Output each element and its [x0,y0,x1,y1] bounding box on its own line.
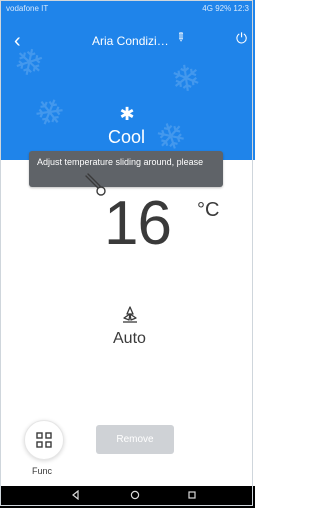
toast-message: Adjust temperature sliding around, pleas… [29,151,223,187]
nav-recent-icon[interactable] [187,490,197,500]
grid-icon [36,432,52,448]
power-icon: ⏻ [236,30,248,46]
mode-snowflake-icon: ✱ [119,104,135,124]
status-right: 4G 92% 12:3 [202,4,249,13]
status-bar: vodafone IT 4G 92% 12:3 [0,0,255,18]
android-nav-bar [0,486,255,508]
power-button[interactable]: ⏻ [236,30,250,46]
temperature-unit: °C [197,199,220,221]
snowflake-icon: ❄ [168,56,204,101]
mode-label: Cool [108,127,146,147]
header: vodafone IT 4G 92% 12:3 ‹ Aria Condizi… … [0,0,255,160]
edit-name-button[interactable]: ✎ [172,28,191,46]
remove-button[interactable]: Remove [96,425,174,454]
fan-mode-label: Auto [113,330,146,347]
snowflake-icon: ❄ [27,87,71,138]
device-title: Aria Condizi… [92,34,169,48]
status-left: vodafone IT [6,4,49,13]
temperature-value: 16 [104,189,172,258]
fan-icon [123,306,137,323]
nav-home-icon[interactable] [130,490,140,500]
func-button[interactable] [24,420,64,460]
nav-back-icon[interactable] [71,490,81,500]
func-label: Func [32,466,53,476]
edit-icon: ✎ [172,28,190,46]
